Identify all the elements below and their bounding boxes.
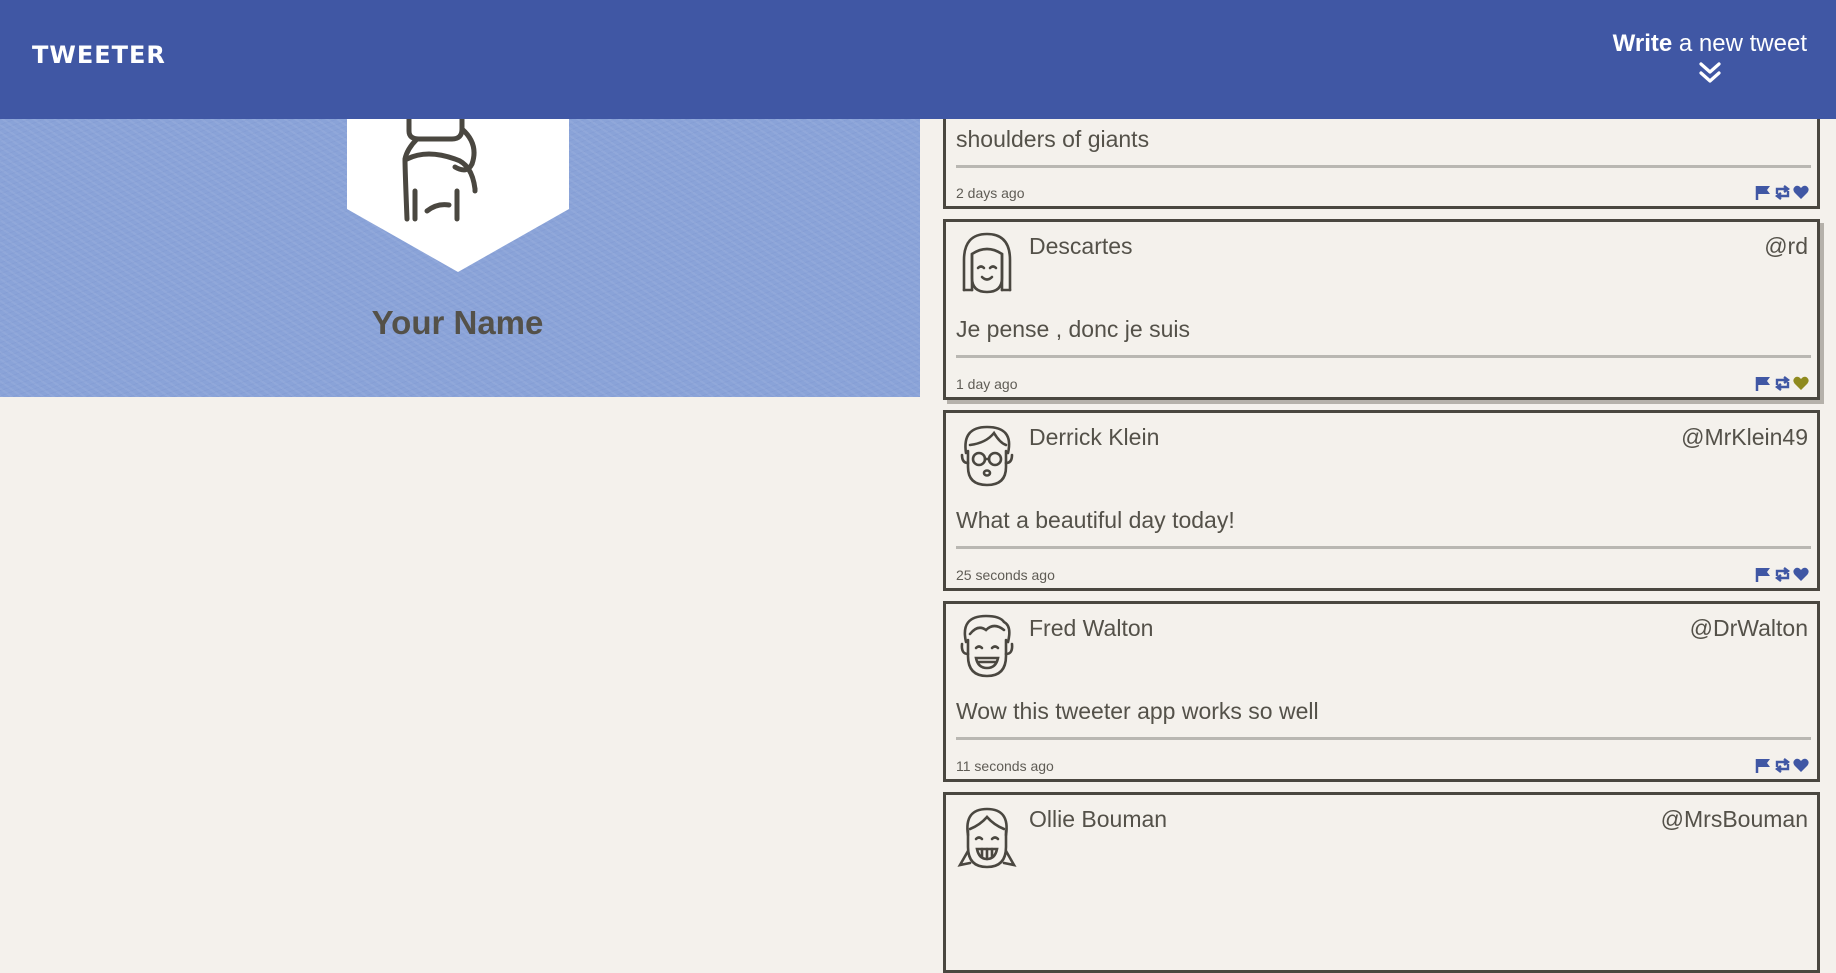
flag-icon[interactable] xyxy=(1755,567,1772,582)
compose-label-rest: a new tweet xyxy=(1672,30,1807,57)
avatar xyxy=(960,614,1014,678)
retweet-icon[interactable] xyxy=(1774,376,1791,391)
tweet-author-name: Ollie Bouman xyxy=(1029,806,1168,832)
retweet-icon[interactable] xyxy=(1774,185,1791,200)
avatar xyxy=(957,807,1017,869)
user-avatar-icon xyxy=(347,119,569,272)
tweet-text: What a beautiful day today! xyxy=(956,507,1235,533)
tweet-author-name: Fred Walton xyxy=(1029,615,1154,641)
tweet-time: 25 seconds ago xyxy=(956,567,1055,583)
heart-icon[interactable] xyxy=(1793,567,1809,582)
retweet-icon[interactable] xyxy=(1774,567,1791,582)
top-navbar: TWEETER Write a new tweet xyxy=(0,0,1836,119)
tweet-card: Derrick Klein @MrKlein49 What a beautifu… xyxy=(943,410,1820,591)
app-logo[interactable]: TWEETER xyxy=(32,41,166,69)
avatar xyxy=(962,232,1012,294)
tweet-author-handle: @MrKlein49 xyxy=(1681,424,1808,450)
tweet-divider xyxy=(956,355,1811,358)
tweet-card: Descartes @rd Je pense , donc je suis 1 … xyxy=(943,219,1820,400)
tweet-time: 2 days ago xyxy=(956,185,1025,201)
tweet-text: Je pense , donc je suis xyxy=(956,316,1190,342)
tweet-author-handle: @rd xyxy=(1764,233,1808,259)
write-tweet-button[interactable]: Write a new tweet xyxy=(1613,30,1807,84)
flag-icon[interactable] xyxy=(1755,185,1772,200)
tweet-divider xyxy=(956,165,1811,168)
avatar xyxy=(960,425,1014,487)
profile-name: Your Name xyxy=(371,304,544,341)
tweet-time: 11 seconds ago xyxy=(956,758,1054,774)
tweet-actions xyxy=(1755,758,1809,773)
tweet-actions xyxy=(1755,185,1809,200)
heart-icon[interactable] xyxy=(1793,376,1809,391)
tweet-actions xyxy=(1755,376,1809,391)
tweet-card: Fred Walton @DrWalton Wow this tweeter a… xyxy=(943,601,1820,782)
tweet-author-name: Derrick Klein xyxy=(1029,424,1160,450)
tweet-time: 1 day ago xyxy=(956,376,1018,392)
profile-banner: Your Name xyxy=(0,119,920,397)
tweet-text: Wow this tweeter app works so well xyxy=(956,698,1319,724)
retweet-icon[interactable] xyxy=(1774,758,1791,773)
tweet-author-handle: @MrsBouman xyxy=(1660,806,1808,832)
tweet-divider xyxy=(956,737,1811,740)
tweet-actions xyxy=(1755,567,1809,582)
heart-icon[interactable] xyxy=(1793,185,1809,200)
compose-label-bold: Write xyxy=(1612,30,1673,57)
tweet-author-handle: @DrWalton xyxy=(1689,615,1808,641)
heart-icon[interactable] xyxy=(1793,758,1809,773)
flag-icon[interactable] xyxy=(1755,376,1772,391)
tweet-author-name: Descartes xyxy=(1029,233,1133,259)
flag-icon[interactable] xyxy=(1755,758,1772,773)
tweet-card: Ollie Bouman @MrsBouman xyxy=(943,792,1820,973)
tweet-divider xyxy=(956,546,1811,549)
double-chevron-down-icon[interactable] xyxy=(1698,62,1722,84)
tweet-text: shoulders of giants xyxy=(956,126,1150,152)
